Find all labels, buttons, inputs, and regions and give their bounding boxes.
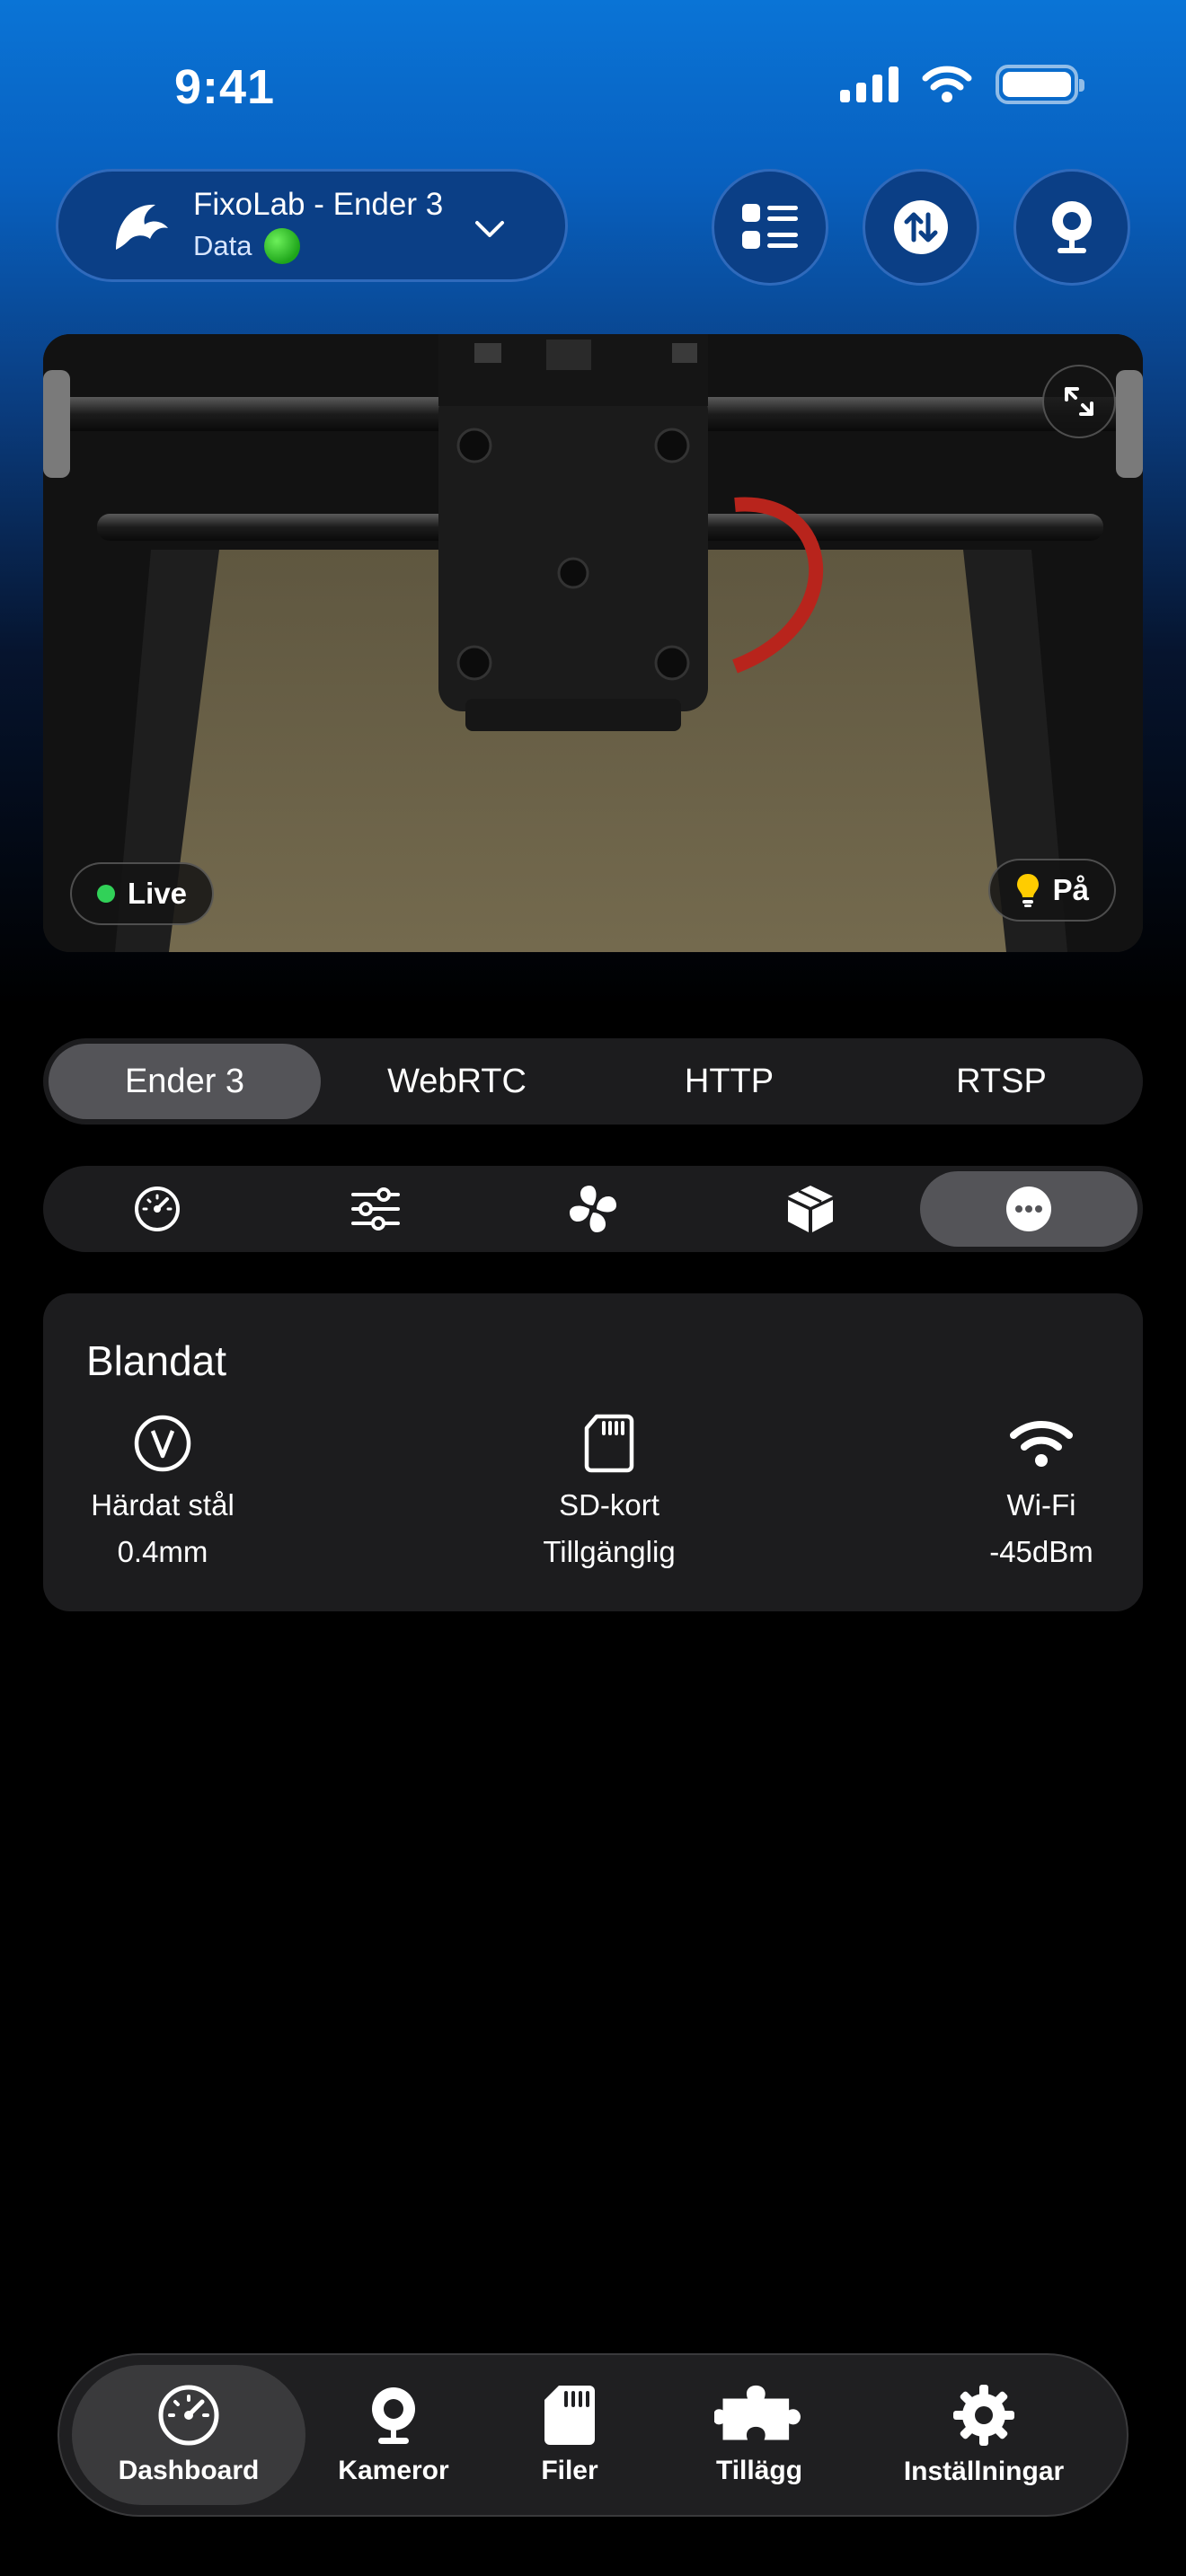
wifi-value: -45dBm [989,1535,1093,1568]
transfer-button[interactable] [863,169,979,286]
webcam-button[interactable] [1013,169,1130,286]
sd-card-label: SD-kort [559,1488,659,1522]
puzzle-icon [714,2385,801,2440]
camera-feed[interactable]: Live På [43,334,1143,952]
nav-dashboard-label: Dashboard [118,2456,260,2485]
chevron-down-icon [475,221,504,237]
more-icon [1005,1187,1051,1231]
webcam-icon [372,2387,415,2444]
camera-image [43,334,1143,952]
sd-card-info: SD-kort Tillgänglig [524,1410,695,1575]
nav-cameras-label: Kameror [338,2456,449,2485]
wifi-label: Wi-Fi [1006,1488,1076,1522]
wifi-info: Wi-Fi -45dBm [974,1410,1109,1575]
sd-card-icon [584,1414,634,1473]
nav-files-label: Filer [541,2456,598,2485]
dashboard-gauge-icon [135,1187,181,1231]
card-title: Blandat [86,1337,227,1384]
sliders-icon [350,1187,400,1231]
file-icon [544,2386,595,2445]
nozzle-info: Härdat stål 0.4mm [86,1410,239,1575]
fan-icon [570,1186,617,1232]
nav-dashboard[interactable]: Dashboard [72,2365,305,2505]
tab-controls[interactable] [266,1171,483,1247]
tab-dashboard[interactable] [49,1171,266,1247]
lightbulb-icon [1016,874,1039,907]
live-label: Live [128,877,188,910]
tab-fans[interactable] [484,1171,702,1247]
camera-source-selector: Ender 3 WebRTC HTTP RTSP [43,1038,1143,1125]
nozzle-v-icon [134,1415,191,1472]
cube-icon [788,1186,834,1232]
tab-more[interactable] [919,1171,1138,1247]
printer-name: FixoLab - Ender 3 [193,187,444,222]
nav-settings[interactable]: Inställningar [861,2365,1107,2505]
printer-selector[interactable]: FixoLab - Ender 3 Data [56,169,568,282]
live-dot-icon [97,885,115,903]
nav-addons[interactable]: Tillägg [658,2365,861,2505]
nav-settings-label: Inställningar [903,2457,1065,2486]
light-toggle[interactable]: På [987,859,1116,922]
dashboard-gauge-icon [158,2385,219,2446]
light-label: På [1052,873,1089,906]
printer-logo-icon [116,204,168,250]
source-webrtc[interactable]: WebRTC [321,1044,593,1119]
wifi-icon [922,66,972,102]
list-icon [742,204,798,249]
tool-tabs [43,1166,1143,1252]
nav-addons-label: Tillägg [715,2456,803,2485]
nozzle-value: 0.4mm [117,1535,208,1568]
list-button[interactable] [712,169,828,286]
battery-icon [996,65,1084,104]
expand-icon [1065,387,1093,416]
nozzle-label: Härdat stål [91,1488,235,1522]
sd-card-value: Tillgänglig [543,1535,676,1568]
webcam-icon [1052,201,1092,253]
printer-status-indicator [264,228,301,264]
tab-filament[interactable] [702,1171,919,1247]
source-ender3[interactable]: Ender 3 [49,1044,321,1119]
source-http[interactable]: HTTP [593,1044,865,1119]
misc-info-card: Blandat Härdat stål 0.4mm SD-kort Tillgä… [43,1293,1143,1611]
status-icons [840,65,1084,104]
source-rtsp[interactable]: RTSP [865,1044,1137,1119]
fullscreen-button[interactable] [1042,365,1116,438]
bottom-navigation: Dashboard Kameror Filer Tillägg Inställn… [58,2353,1128,2517]
nav-files[interactable]: Filer [482,2365,658,2505]
live-indicator: Live [70,862,215,925]
cellular-signal-icon [840,66,898,102]
gear-icon [953,2385,1014,2446]
nav-cameras[interactable]: Kameror [305,2365,482,2505]
wifi-icon [1010,1421,1073,1467]
status-time: 9:41 [174,60,276,114]
transfer-icon [894,200,948,254]
printer-subtitle: Data [193,230,252,261]
